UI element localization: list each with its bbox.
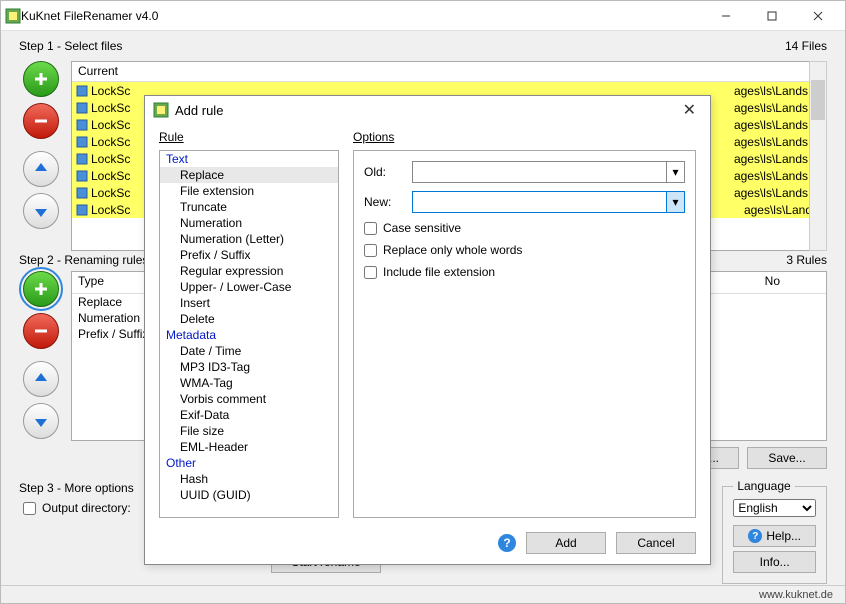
dialog-cancel-button[interactable]: Cancel	[616, 532, 696, 554]
rule-item[interactable]: EML-Header	[160, 439, 338, 455]
step1-label: Step 1 - Select files	[19, 39, 122, 53]
add-rule-dialog: Add rule ✕ Rule TextReplaceFile extensio…	[144, 95, 711, 565]
options-column-label: Options	[353, 130, 696, 144]
info-button[interactable]: Info...	[733, 551, 816, 573]
dialog-icon	[153, 102, 169, 118]
language-group: Language English ?Help... Info...	[722, 479, 827, 584]
new-label: New:	[364, 195, 412, 209]
rule-item[interactable]: Prefix / Suffix	[160, 247, 338, 263]
rule-item[interactable]: Upper- / Lower-Case	[160, 279, 338, 295]
files-count: 14 Files	[785, 39, 827, 53]
rule-item[interactable]: Hash	[160, 471, 338, 487]
window-title: KuKnet FileRenamer v4.0	[21, 9, 703, 23]
rule-category-list[interactable]: TextReplaceFile extensionTruncateNumerat…	[159, 150, 339, 518]
rules-col-extra: No	[765, 274, 780, 291]
options-panel: Old: ▾ New: ▾ Case sensitive Replace onl…	[353, 150, 696, 518]
file-icon	[76, 102, 88, 114]
move-down-button[interactable]	[23, 193, 59, 229]
save-ruleset-button[interactable]: Save...	[747, 447, 827, 469]
statusbar: www.kuknet.de	[1, 585, 845, 603]
move-up-button[interactable]	[23, 151, 59, 187]
case-sensitive-checkbox[interactable]: Case sensitive	[364, 221, 685, 235]
dialog-title: Add rule	[175, 103, 677, 118]
rule-item[interactable]: MP3 ID3-Tag	[160, 359, 338, 375]
rule-item[interactable]: File size	[160, 423, 338, 439]
rule-item[interactable]: File extension	[160, 183, 338, 199]
dialog-close-button[interactable]: ✕	[677, 100, 702, 120]
rule-category: Metadata	[160, 327, 338, 343]
language-select[interactable]: English	[733, 499, 816, 517]
output-dir-checkbox[interactable]: Output directory:	[23, 501, 131, 515]
dialog-help-button[interactable]: ?	[498, 534, 516, 552]
rule-item[interactable]: UUID (GUID)	[160, 487, 338, 503]
step2-label: Step 2 - Renaming rules	[19, 253, 148, 267]
filelist-column: Current	[72, 62, 826, 82]
rule-item[interactable]: Vorbis comment	[160, 391, 338, 407]
rule-item[interactable]: WMA-Tag	[160, 375, 338, 391]
file-icon	[76, 85, 88, 97]
dialog-add-button[interactable]: Add	[526, 532, 606, 554]
rule-item[interactable]: Delete	[160, 311, 338, 327]
rule-item[interactable]: Replace	[160, 167, 338, 183]
chevron-down-icon[interactable]: ▾	[666, 162, 684, 182]
rules-col-type: Type	[78, 274, 104, 291]
whole-words-checkbox[interactable]: Replace only whole words	[364, 243, 685, 257]
chevron-down-icon[interactable]: ▾	[666, 192, 684, 212]
step3-label: Step 3 - More options	[19, 481, 134, 495]
rule-category: Other	[160, 455, 338, 471]
include-extension-checkbox[interactable]: Include file extension	[364, 265, 685, 279]
remove-rule-button[interactable]	[23, 313, 59, 349]
rule-item[interactable]: Exif-Data	[160, 407, 338, 423]
new-input[interactable]: ▾	[412, 191, 685, 213]
titlebar: KuKnet FileRenamer v4.0	[1, 1, 845, 31]
rule-item[interactable]: Insert	[160, 295, 338, 311]
file-icon	[76, 204, 88, 216]
rule-category: Text	[160, 151, 338, 167]
rules-count: 3 Rules	[786, 253, 827, 267]
file-icon	[76, 187, 88, 199]
rule-down-button[interactable]	[23, 403, 59, 439]
close-button[interactable]	[795, 1, 841, 31]
minimize-button[interactable]	[703, 1, 749, 31]
file-list-scrollbar[interactable]	[809, 61, 827, 251]
rule-item[interactable]: Numeration (Letter)	[160, 231, 338, 247]
add-rule-button[interactable]	[23, 271, 59, 307]
add-file-button[interactable]	[23, 61, 59, 97]
file-icon	[76, 119, 88, 131]
rule-item[interactable]: Truncate	[160, 199, 338, 215]
statusbar-url: www.kuknet.de	[759, 589, 833, 601]
rule-column-label: Rule	[159, 130, 339, 144]
rule-item[interactable]: Regular expression	[160, 263, 338, 279]
old-input[interactable]: ▾	[412, 161, 685, 183]
remove-file-button[interactable]	[23, 103, 59, 139]
rule-item[interactable]: Numeration	[160, 215, 338, 231]
file-icon	[76, 170, 88, 182]
app-icon	[5, 8, 21, 24]
help-button[interactable]: ?Help...	[733, 525, 816, 547]
rule-up-button[interactable]	[23, 361, 59, 397]
file-icon	[76, 136, 88, 148]
rule-item[interactable]: Date / Time	[160, 343, 338, 359]
old-label: Old:	[364, 165, 412, 179]
file-icon	[76, 153, 88, 165]
maximize-button[interactable]	[749, 1, 795, 31]
